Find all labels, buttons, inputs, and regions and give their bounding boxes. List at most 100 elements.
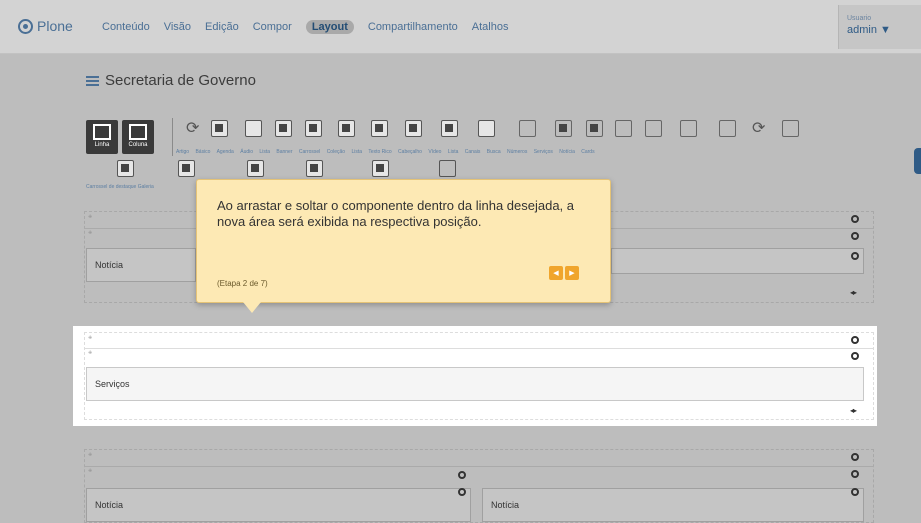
row-handle[interactable]: ⁜ bbox=[88, 335, 92, 341]
tile-lista-icon[interactable] bbox=[305, 120, 322, 137]
tile-label: Lista bbox=[447, 149, 459, 155]
tile-label: Básico bbox=[195, 149, 211, 155]
tile-extra3-icon[interactable] bbox=[372, 160, 389, 177]
row-handle[interactable]: ⁜ bbox=[88, 452, 92, 458]
user-menu[interactable]: Usuario admin ▼ bbox=[838, 5, 921, 49]
row-handle[interactable]: ⁜ bbox=[88, 230, 92, 236]
tile-cell[interactable]: Serviços bbox=[86, 367, 864, 401]
menu-compor[interactable]: Compor bbox=[253, 21, 292, 34]
tile-label: Texto Rico bbox=[368, 149, 392, 155]
tile-label: Vídeo bbox=[428, 149, 442, 155]
tile-cell[interactable]: Notícia bbox=[482, 488, 864, 522]
settings-ring-icon[interactable] bbox=[851, 336, 859, 344]
user-name: admin ▼ bbox=[847, 24, 891, 36]
add-row-button[interactable]: Linha bbox=[86, 120, 118, 154]
tooltip-pointer bbox=[243, 302, 261, 313]
settings-ring-icon[interactable] bbox=[851, 488, 859, 496]
plone-logo-icon bbox=[18, 18, 33, 34]
menu-atalhos[interactable]: Atalhos bbox=[472, 21, 509, 34]
user-label: Usuario bbox=[847, 15, 872, 22]
settings-ring-icon[interactable] bbox=[851, 352, 859, 360]
tile-extra2-icon[interactable] bbox=[306, 160, 323, 177]
settings-ring-icon[interactable] bbox=[458, 471, 466, 479]
add-column-label: Coluna bbox=[128, 142, 148, 148]
tile-carrossel-destaque-icon[interactable] bbox=[117, 160, 134, 177]
settings-ring-icon[interactable] bbox=[851, 470, 859, 478]
row-icon bbox=[93, 124, 111, 140]
row-handle[interactable]: ⁜ bbox=[88, 350, 92, 356]
column-icon bbox=[129, 124, 147, 140]
tile-basico-icon[interactable] bbox=[211, 120, 228, 137]
tile-agenda-icon[interactable] bbox=[245, 120, 262, 137]
top-navbar: Plone Conteúdo Visão Edição Compor Layou… bbox=[0, 0, 921, 54]
tile-colecao-icon[interactable] bbox=[405, 120, 422, 137]
tooltip-nav: ◀ ▶ bbox=[549, 266, 579, 280]
page-title-text: Secretaria de Governo bbox=[105, 72, 256, 89]
tile-extra4-icon[interactable] bbox=[439, 160, 456, 177]
main-menu: Conteúdo Visão Edição Compor Layout Comp… bbox=[102, 20, 509, 34]
tile-lista2-icon[interactable] bbox=[441, 120, 458, 137]
row-handle[interactable]: ⁜ bbox=[88, 468, 92, 474]
tile-label: Números bbox=[507, 149, 528, 155]
settings-ring-icon[interactable] bbox=[851, 232, 859, 240]
tile-audio-icon[interactable] bbox=[275, 120, 292, 137]
tile-label: Carrossel de destaque bbox=[86, 184, 137, 190]
menu-layout[interactable]: Layout bbox=[305, 20, 354, 34]
tile-noticia-icon[interactable] bbox=[752, 118, 769, 138]
tile-cell[interactable] bbox=[611, 248, 864, 274]
tile-cell-label: Notícia bbox=[491, 500, 520, 510]
tile-texto-rico-icon[interactable] bbox=[478, 120, 495, 137]
tile-cell-label: Notícia bbox=[95, 500, 124, 510]
tile-cards-icon[interactable] bbox=[782, 120, 799, 137]
tile-label: Notícia bbox=[559, 149, 575, 155]
menu-edicao[interactable]: Edição bbox=[205, 21, 239, 34]
settings-ring-icon[interactable] bbox=[851, 453, 859, 461]
tile-cell[interactable]: Notícia bbox=[86, 248, 196, 282]
resize-arrows-icon[interactable]: ◂▸ bbox=[850, 288, 857, 297]
settings-ring-icon[interactable] bbox=[851, 252, 859, 260]
tile-video-icon[interactable] bbox=[555, 120, 572, 137]
side-panel-tab[interactable] bbox=[914, 148, 921, 174]
resize-arrows-icon[interactable]: ◂▸ bbox=[850, 406, 857, 415]
page-title: Secretaria de Governo bbox=[86, 72, 256, 89]
tile-lista3-icon[interactable] bbox=[586, 120, 603, 137]
tile-numeros-icon[interactable] bbox=[680, 120, 697, 137]
tile-galeria-icon[interactable] bbox=[178, 160, 195, 177]
tile-label: Banner bbox=[276, 149, 293, 155]
settings-ring-icon[interactable] bbox=[851, 215, 859, 223]
tile-label: Canais bbox=[464, 149, 481, 155]
tile-label: Carrossel bbox=[298, 149, 321, 155]
tile-label: Cards bbox=[581, 149, 595, 155]
tile-extra1-icon[interactable] bbox=[247, 160, 264, 177]
tile-labels: Artigo Básico Agenda Áudio Lista Banner … bbox=[176, 149, 600, 155]
tooltip-text: Ao arrastar e soltar o componente dentro… bbox=[217, 198, 575, 229]
tile-cabecalho-icon[interactable] bbox=[519, 120, 536, 137]
tile-busca-icon[interactable] bbox=[645, 120, 662, 137]
tile-labels-row2: Carrossel de destaque Galeria bbox=[86, 184, 154, 190]
tile-canais-icon[interactable] bbox=[615, 120, 632, 137]
plone-logo[interactable]: Plone bbox=[18, 18, 73, 34]
menu-compartilhamento[interactable]: Compartilhamento bbox=[368, 21, 458, 34]
tile-cell[interactable]: Notícia bbox=[86, 488, 471, 522]
tile-banner-icon[interactable] bbox=[338, 120, 355, 137]
tile-label: Áudio bbox=[240, 149, 254, 155]
hamburger-icon[interactable] bbox=[86, 75, 99, 86]
row-divider bbox=[84, 348, 874, 349]
tooltip-prev-button[interactable]: ◀ bbox=[549, 266, 563, 280]
tile-label: Cabeçalho bbox=[398, 149, 422, 155]
settings-ring-icon[interactable] bbox=[458, 488, 466, 496]
tile-label: Artigo bbox=[176, 149, 190, 155]
menu-conteudo[interactable]: Conteúdo bbox=[102, 21, 150, 34]
tile-label: Busca bbox=[486, 149, 501, 155]
tile-servicos-icon[interactable] bbox=[719, 120, 736, 137]
tooltip-next-button[interactable]: ▶ bbox=[565, 266, 579, 280]
tile-label: Agenda bbox=[216, 149, 234, 155]
tile-artigo-icon[interactable] bbox=[186, 118, 203, 138]
tile-cell-label: Notícia bbox=[95, 260, 124, 270]
add-column-button[interactable]: Coluna bbox=[122, 120, 154, 154]
tile-carrossel-icon[interactable] bbox=[371, 120, 388, 137]
row-handle[interactable]: ⁜ bbox=[88, 214, 92, 220]
tile-label: Lista bbox=[259, 149, 270, 155]
tile-label: Lista bbox=[351, 149, 362, 155]
menu-visao[interactable]: Visão bbox=[164, 21, 191, 34]
